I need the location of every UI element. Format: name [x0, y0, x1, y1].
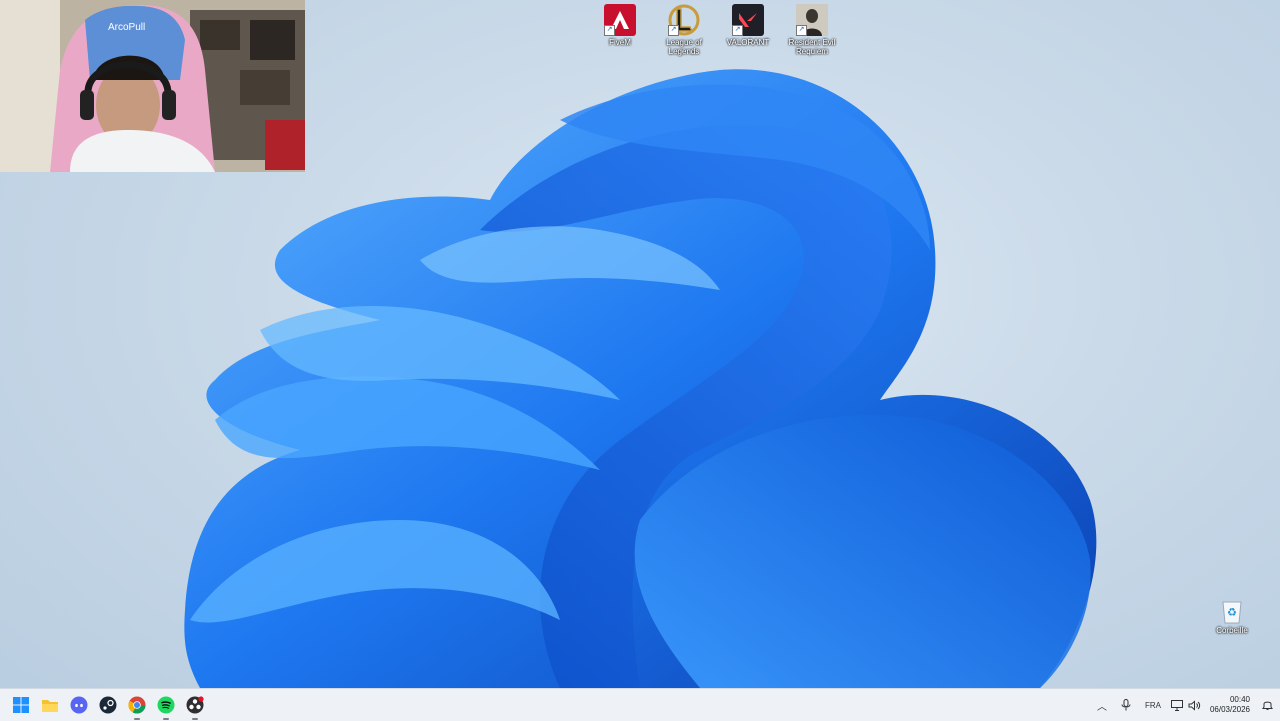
input-language-button[interactable]: FRA — [1138, 693, 1168, 717]
shortcut-arrow-icon: ↗ — [604, 25, 615, 36]
clock-time: 00:40 — [1229, 695, 1250, 704]
steam-icon — [99, 696, 117, 714]
desktop-icons: ↗ FiveM ↗ League of Legends ↗ VALORANT ↗… — [588, 4, 844, 56]
desktop-icon-league-of-legends[interactable]: ↗ League of Legends — [652, 4, 716, 56]
league-of-legends-icon: ↗ — [668, 4, 700, 36]
network-monitor-icon — [1170, 699, 1183, 711]
desktop-icon-recycle-bin[interactable]: ♻ Corbeille — [1200, 596, 1264, 635]
chevron-up-icon: ︿ — [1096, 701, 1107, 713]
desktop-icon-valorant[interactable]: ↗ VALORANT — [716, 4, 780, 56]
show-hidden-icons-button[interactable]: ︿ — [1090, 693, 1114, 717]
desktop-icon-label: League of Legends — [666, 38, 702, 56]
taskbar-spotify[interactable] — [154, 693, 178, 720]
volume-button[interactable] — [1186, 693, 1204, 717]
desktop-icon-label: VALORANT — [726, 38, 770, 47]
folder-icon — [42, 700, 58, 712]
svg-text:♻: ♻ — [1227, 606, 1237, 619]
resident-evil-icon: ↗ — [796, 4, 828, 36]
chrome-icon — [128, 696, 146, 714]
shortcut-arrow-icon: ↗ — [732, 25, 743, 36]
webcam-overlay: ArcoPull — [0, 0, 305, 172]
clock-button[interactable]: 00:40 06/03/2026 — [1210, 695, 1250, 715]
notifications-button[interactable] — [1258, 693, 1276, 717]
obs-icon — [186, 696, 204, 714]
microphone-icon — [1121, 699, 1131, 711]
system-tray: ︿ FRA 00:40 06/03/2026 — [1090, 689, 1280, 721]
valorant-icon: ↗ — [732, 4, 764, 36]
desktop-icon-label: Resident Evil Requiem — [788, 38, 836, 56]
shortcut-arrow-icon: ↗ — [796, 25, 807, 36]
network-button[interactable] — [1168, 693, 1186, 717]
recycle-bin-label: Corbeille — [1216, 626, 1248, 635]
recycle-bin-icon: ♻ — [1222, 601, 1242, 624]
desktop-icon-label: FiveM — [609, 38, 631, 47]
windows-start-icon — [13, 697, 29, 713]
speaker-icon — [1188, 699, 1201, 711]
chair-brand-text: ArcoPull — [108, 22, 145, 33]
clock-date: 06/03/2026 — [1209, 705, 1250, 714]
webcam-feed-image: ArcoPull — [0, 0, 305, 172]
taskbar-chrome[interactable] — [125, 693, 149, 720]
discord-icon — [70, 696, 88, 714]
taskbar-obs[interactable] — [183, 693, 207, 720]
taskbar-steam[interactable] — [96, 693, 120, 717]
start-button[interactable] — [9, 693, 33, 717]
fivem-icon: ↗ — [604, 4, 636, 36]
taskbar-file-explorer[interactable] — [38, 693, 62, 717]
desktop-icon-resident-evil-requiem[interactable]: ↗ Resident Evil Requiem — [780, 4, 844, 56]
notification-bell-icon — [1261, 701, 1273, 710]
taskbar: ︿ FRA 00:40 06/03/2026 — [0, 688, 1280, 721]
shortcut-arrow-icon: ↗ — [668, 25, 679, 36]
spotify-icon — [157, 696, 175, 714]
taskbar-discord[interactable] — [67, 693, 91, 717]
microphone-button[interactable] — [1114, 693, 1138, 717]
desktop-icon-fivem[interactable]: ↗ FiveM — [588, 4, 652, 56]
